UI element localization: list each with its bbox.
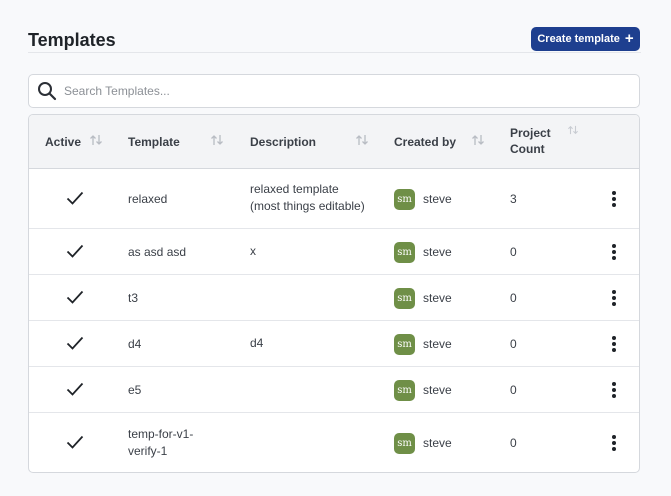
table-row[interactable]: relaxed relaxed template (most things edit…	[29, 169, 639, 229]
project-count: 0	[510, 336, 517, 351]
template-name-line: relaxed	[128, 191, 168, 206]
created-by-name: steve	[423, 382, 452, 397]
template-name: as asd asd	[128, 244, 186, 261]
project-count: 0	[510, 435, 517, 450]
sort-icon[interactable]	[567, 125, 579, 135]
template-description: d4	[250, 335, 263, 352]
search-box[interactable]	[28, 74, 640, 108]
plus-icon: +	[624, 30, 634, 47]
avatar: sm	[394, 379, 415, 401]
check-icon	[66, 382, 84, 396]
table-row[interactable]: d4 d4 sm steve 0	[29, 321, 639, 367]
created-by-name: steve	[423, 244, 452, 259]
kebab-menu-icon[interactable]	[607, 288, 621, 308]
sort-icon[interactable]	[471, 134, 485, 146]
description-line: (most things editable)	[250, 199, 365, 213]
avatar: sm	[394, 432, 415, 454]
column-header-template[interactable]: Template	[128, 134, 180, 151]
table-row[interactable]: as asd asd x sm steve 0	[29, 229, 639, 275]
sort-icon[interactable]	[210, 134, 224, 146]
created-by-name: steve	[423, 191, 452, 206]
kebab-menu-icon[interactable]	[607, 242, 621, 262]
template-description: x	[250, 243, 256, 260]
table-header: Active Template Description Created by P…	[29, 115, 639, 169]
kebab-menu-icon[interactable]	[607, 189, 621, 209]
template-name-line: e5	[128, 382, 142, 397]
avatar: sm	[394, 188, 415, 210]
create-template-label: Create template	[537, 33, 620, 45]
check-icon	[66, 435, 84, 449]
column-header-created-by[interactable]: Created by	[394, 134, 456, 151]
kebab-menu-icon[interactable]	[607, 433, 621, 453]
template-name-line: as asd asd	[128, 244, 187, 259]
templates-table: Active Template Description Created by P…	[28, 114, 640, 473]
project-count: 0	[510, 290, 517, 305]
template-name: relaxed	[128, 191, 167, 208]
avatar: sm	[394, 287, 415, 309]
template-name: d4	[128, 336, 141, 353]
check-icon	[66, 336, 84, 350]
check-icon	[66, 191, 84, 205]
avatar: sm	[394, 333, 415, 355]
sort-icon[interactable]	[355, 134, 369, 146]
title-divider	[28, 52, 641, 53]
search-icon	[38, 82, 57, 101]
template-name: t3	[128, 290, 138, 307]
table-row[interactable]: e5 sm steve 0	[29, 367, 639, 413]
description-line: relaxed template	[250, 182, 339, 196]
kebab-menu-icon[interactable]	[607, 334, 621, 354]
table-row[interactable]: t3 sm steve 0	[29, 275, 639, 321]
project-count: 0	[510, 244, 517, 259]
template-name: temp-for-v1- verify-1	[128, 426, 193, 460]
created-by-name: steve	[423, 435, 452, 450]
check-icon	[66, 244, 84, 258]
avatar: sm	[394, 241, 415, 263]
column-header-active[interactable]: Active	[45, 134, 81, 151]
template-name-line: temp-for-v1-	[128, 427, 194, 441]
create-template-button[interactable]: Create template +	[531, 27, 640, 51]
project-count: 0	[510, 382, 517, 397]
kebab-menu-icon[interactable]	[607, 380, 621, 400]
template-name-line: verify-1	[128, 444, 168, 458]
template-name-line: d4	[128, 336, 142, 351]
sort-icon[interactable]	[89, 134, 103, 146]
created-by-name: steve	[423, 336, 452, 351]
project-count: 3	[510, 191, 517, 206]
check-icon	[66, 290, 84, 304]
template-name-line: t3	[128, 290, 139, 305]
table-row[interactable]: temp-for-v1- verify-1 sm steve 0	[29, 413, 639, 472]
search-input[interactable]	[64, 84, 624, 98]
description-line: d4	[250, 335, 264, 350]
description-line: x	[250, 243, 256, 258]
template-name: e5	[128, 382, 141, 399]
template-description: relaxed template (most things editable)	[250, 181, 365, 215]
page-title: Templates	[28, 30, 116, 50]
created-by-name: steve	[423, 290, 452, 305]
column-header-project-count[interactable]: Project Count	[510, 125, 551, 158]
column-header-description[interactable]: Description	[250, 134, 316, 151]
